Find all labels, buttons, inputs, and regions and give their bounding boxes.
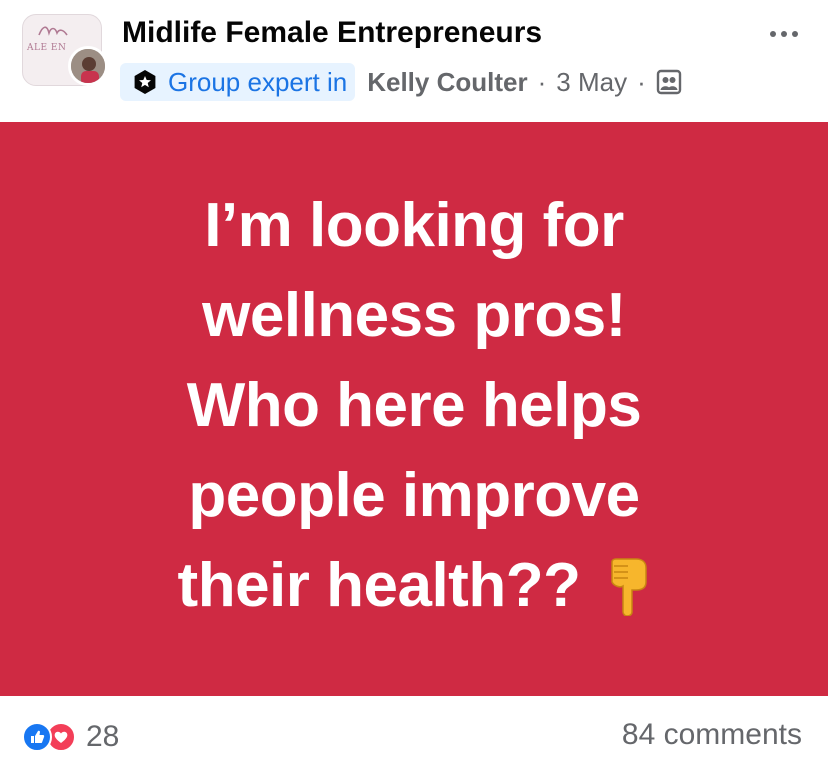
- post-text: I’m looking for wellness pros! Who here …: [0, 122, 828, 696]
- post-header: ALE EN Midlife Female Entrepreneurs Grou…: [0, 0, 828, 120]
- backhand-pointing-down-icon: [611, 558, 648, 616]
- author-photo-icon: [71, 49, 105, 83]
- author-name-link[interactable]: Kelly Coulter: [367, 67, 527, 98]
- author-avatar[interactable]: [68, 46, 108, 86]
- reaction-count: 28: [86, 720, 120, 753]
- members-icon[interactable]: [656, 69, 682, 95]
- post-meta: Group expert in Kelly Coulter · 3 May ·: [120, 62, 682, 102]
- post-date-link[interactable]: 3 May: [556, 67, 627, 98]
- meta-separator: ·: [637, 66, 646, 97]
- group-logo-text: ALE EN: [27, 43, 67, 53]
- more-dots-icon: [770, 31, 776, 37]
- reactions-summary[interactable]: 28: [22, 720, 119, 754]
- like-reaction-icon: [22, 722, 52, 752]
- post-text-line: people improve: [188, 461, 640, 530]
- post-text-last-line: their health??: [178, 541, 651, 631]
- post-footer: 28 84 comments: [0, 696, 828, 784]
- comments-count-link[interactable]: 84 comments: [622, 718, 802, 752]
- group-expert-badge[interactable]: Group expert in: [120, 63, 356, 101]
- post-text-line: I’m looking for: [204, 191, 624, 260]
- group-name-link[interactable]: Midlife Female Entrepreneurs: [122, 16, 542, 50]
- meta-separator: ·: [537, 66, 547, 97]
- more-dot: [792, 31, 798, 37]
- group-expert-icon: [134, 70, 156, 94]
- badge-label: Group expert in: [168, 66, 348, 97]
- post-text-line: wellness pros!: [202, 281, 626, 350]
- group-logo-script-icon: [38, 26, 68, 36]
- post-text-line: their health??: [177, 551, 581, 620]
- post-content[interactable]: I’m looking for wellness pros! Who here …: [0, 122, 828, 696]
- more-dot: [781, 31, 787, 37]
- more-options-button[interactable]: [760, 20, 808, 48]
- post-text-line: Who here helps: [186, 371, 642, 440]
